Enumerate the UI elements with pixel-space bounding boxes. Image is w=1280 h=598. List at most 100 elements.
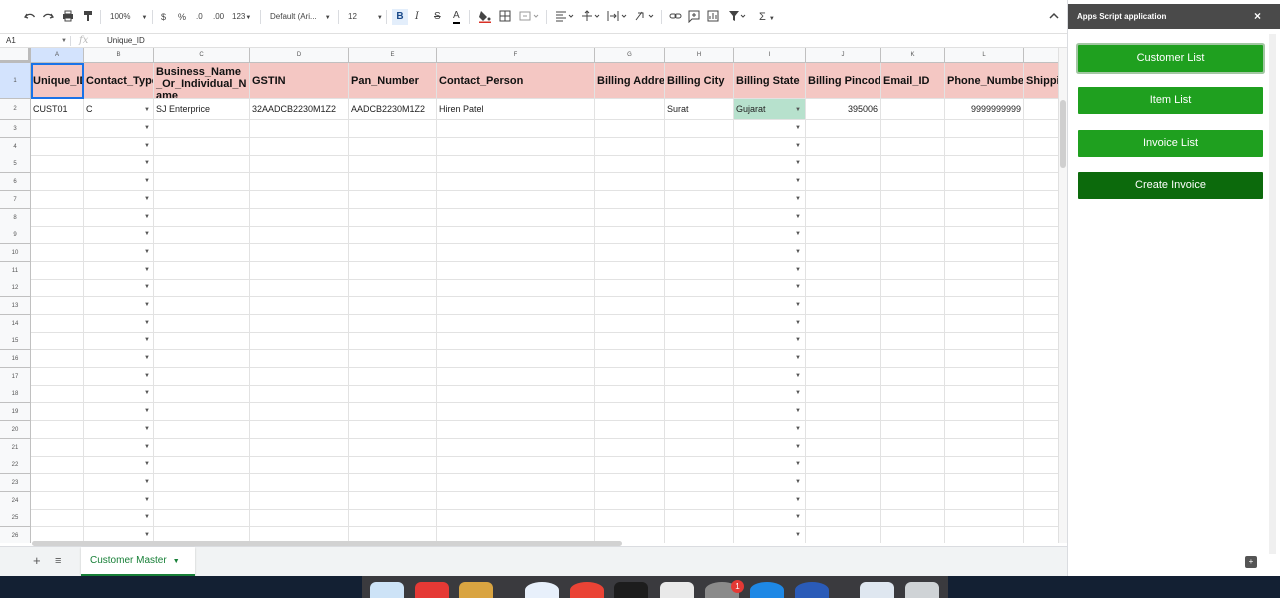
grid-cell[interactable]	[595, 403, 665, 421]
dropdown-arrow-icon[interactable]: ▼	[144, 125, 150, 131]
cell-billing-address[interactable]	[595, 99, 665, 120]
grid-cell[interactable]	[665, 439, 734, 457]
grid-cell[interactable]: ▼	[734, 456, 806, 474]
add-sheet-button[interactable]: +	[33, 553, 41, 568]
grid-cell[interactable]	[154, 173, 250, 191]
sidebar-scrollbar-thumb[interactable]	[1269, 34, 1276, 554]
column-header-j[interactable]: J	[806, 48, 881, 63]
dropdown-arrow-icon[interactable]: ▼	[795, 143, 801, 149]
grid-cell[interactable]	[806, 474, 881, 492]
cell-shipping[interactable]	[1024, 99, 1058, 120]
grid-cell[interactable]	[1024, 350, 1058, 368]
grid-cell[interactable]: ▼	[734, 474, 806, 492]
grid-cell[interactable]	[349, 173, 437, 191]
grid-cell[interactable]	[437, 492, 595, 510]
grid-cell[interactable]	[881, 403, 945, 421]
header-cell-contact-person[interactable]: Contact_Person	[437, 63, 595, 99]
grid-cell[interactable]	[437, 191, 595, 209]
grid-cell[interactable]	[1024, 120, 1058, 138]
row-header[interactable]: 8	[0, 209, 31, 227]
grid-cell[interactable]: ▼	[84, 244, 154, 262]
grid-cell[interactable]: ▼	[734, 279, 806, 297]
grid-cell[interactable]	[1024, 138, 1058, 156]
dropdown-arrow-icon[interactable]: ▼	[795, 355, 801, 361]
dropdown-arrow-icon[interactable]: ▼	[144, 267, 150, 273]
grid-cell[interactable]	[154, 120, 250, 138]
grid-cell[interactable]: ▼	[84, 155, 154, 173]
grid-cell[interactable]	[31, 244, 84, 262]
grid-cell[interactable]	[31, 155, 84, 173]
grid-cell[interactable]	[945, 332, 1024, 350]
grid-cell[interactable]	[945, 315, 1024, 333]
row-header[interactable]: 6	[0, 173, 31, 191]
column-header-h[interactable]: H	[665, 48, 734, 63]
grid-cell[interactable]	[806, 279, 881, 297]
comment-icon[interactable]	[688, 9, 700, 25]
grid-cell[interactable]: ▼	[734, 385, 806, 403]
grid-cell[interactable]	[250, 385, 349, 403]
dropdown-arrow-icon[interactable]: ▼	[795, 497, 801, 503]
grid-cell[interactable]	[806, 315, 881, 333]
grid-cell[interactable]: ▼	[84, 421, 154, 439]
grid-cell[interactable]	[595, 509, 665, 527]
grid-cell[interactable]	[437, 244, 595, 262]
header-cell-billing-city[interactable]: Billing City	[665, 63, 734, 99]
row-header[interactable]: 15	[0, 332, 31, 350]
header-cell-email-id[interactable]: Email_ID	[881, 63, 945, 99]
grid-cell[interactable]	[806, 226, 881, 244]
row-header[interactable]: 7	[0, 191, 31, 209]
grid-cell[interactable]	[595, 456, 665, 474]
grid-cell[interactable]: ▼	[734, 226, 806, 244]
row-header[interactable]: 24	[0, 492, 31, 510]
grid-cell[interactable]: ▼	[84, 173, 154, 191]
grid-cell[interactable]	[806, 120, 881, 138]
grid-cell[interactable]	[945, 492, 1024, 510]
grid-cell[interactable]: ▼	[734, 120, 806, 138]
grid-cell[interactable]	[250, 315, 349, 333]
dropdown-arrow-icon[interactable]: ▼	[144, 249, 150, 255]
column-header-d[interactable]: D	[250, 48, 349, 63]
grid-cell[interactable]	[349, 439, 437, 457]
grid-cell[interactable]	[1024, 456, 1058, 474]
font-size-select[interactable]: 12 ▼	[348, 9, 383, 25]
grid-cell[interactable]	[665, 492, 734, 510]
grid-cell[interactable]	[31, 173, 84, 191]
grid-cell[interactable]: ▼	[734, 138, 806, 156]
grid-cell[interactable]	[595, 155, 665, 173]
vertical-scrollbar[interactable]	[1058, 48, 1067, 543]
dropdown-arrow-icon[interactable]: ▼	[795, 214, 801, 220]
grid-cell[interactable]	[665, 173, 734, 191]
grid-cell[interactable]	[806, 509, 881, 527]
grid-cell[interactable]	[437, 368, 595, 386]
column-header-g[interactable]: G	[595, 48, 665, 63]
grid-cell[interactable]	[945, 244, 1024, 262]
grid-cell[interactable]	[154, 385, 250, 403]
grid-cell[interactable]	[595, 350, 665, 368]
grid-cell[interactable]	[881, 173, 945, 191]
grid-cell[interactable]	[437, 262, 595, 280]
row-header[interactable]: 11	[0, 262, 31, 280]
grid-cell[interactable]: ▼	[84, 368, 154, 386]
grid-cell[interactable]	[945, 155, 1024, 173]
strikethrough-button[interactable]: S	[434, 9, 441, 25]
grid-cell[interactable]	[595, 209, 665, 227]
grid-cell[interactable]	[1024, 368, 1058, 386]
dropdown-arrow-icon[interactable]: ▼	[144, 514, 150, 520]
header-cell-unique-id[interactable]: Unique_ID	[31, 63, 84, 99]
decrease-decimal-button[interactable]: .0	[196, 9, 203, 25]
link-icon[interactable]	[669, 9, 682, 25]
grid-cell[interactable]	[806, 385, 881, 403]
merge-cells-icon[interactable]	[519, 9, 539, 25]
grid-cell[interactable]: ▼	[734, 262, 806, 280]
grid-cell[interactable]	[945, 209, 1024, 227]
grid-cell[interactable]: ▼	[84, 439, 154, 457]
filter-icon[interactable]	[728, 9, 746, 25]
grid-cell[interactable]: ▼	[84, 474, 154, 492]
grid-cell[interactable]	[154, 244, 250, 262]
grid-cell[interactable]	[881, 385, 945, 403]
grid-cell[interactable]: ▼	[84, 492, 154, 510]
grid-cell[interactable]: ▼	[734, 332, 806, 350]
dropdown-arrow-icon[interactable]: ▼	[144, 284, 150, 290]
cell-phone-number[interactable]: 9999999999	[945, 99, 1024, 120]
grid-cell[interactable]	[437, 226, 595, 244]
